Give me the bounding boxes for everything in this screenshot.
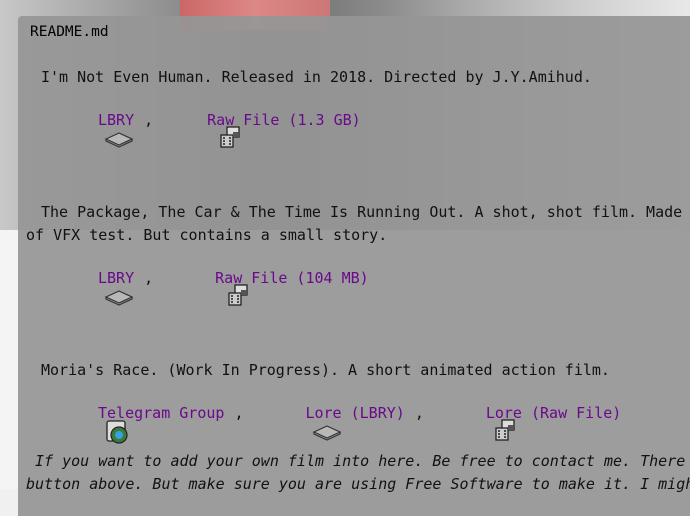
entry-1-raw-file-link[interactable]: Raw File (1.3 GB) (207, 111, 361, 129)
link-separator: , (414, 404, 424, 422)
entry-2-links: LBRY , Raw File (104 MB) (50, 266, 369, 306)
film-icon (171, 266, 248, 306)
entry-2-lbry-link[interactable]: LBRY (98, 269, 134, 287)
entry-3-telegram-link[interactable]: Telegram Group (98, 404, 224, 422)
entry-3-description: Moria's Race. (Work In Progress). A shor… (41, 361, 610, 379)
entry-1-description: I'm Not Even Human. Released in 2018. Di… (41, 68, 592, 86)
footer-line-2: button above. But make sure you are usin… (26, 475, 690, 493)
entry-2-raw-file-link[interactable]: Raw File (104 MB) (215, 269, 369, 287)
link-separator: , (144, 111, 154, 129)
entry-1-lbry-link[interactable]: LBRY (98, 111, 134, 129)
entry-3-lore-raw-file-link[interactable]: Lore (Raw File) (486, 404, 621, 422)
stack-icon (50, 266, 134, 306)
stack-icon (50, 108, 134, 148)
readme-title: README.md (30, 24, 109, 40)
film-icon (163, 108, 240, 148)
footer-line-1: If you want to add your own film into he… (26, 452, 686, 470)
entry-2-description-line2: of VFX test. But contains a small story. (26, 226, 388, 244)
entry-2-description-line1: The Package, The Car & The Time Is Runni… (41, 203, 683, 221)
link-separator: , (144, 269, 154, 287)
entry-3-lore-lbry-link[interactable]: Lore (LBRY) (305, 404, 404, 422)
entry-3-links: Telegram Group , Lore (LBRY) , Lore (Raw… (50, 401, 621, 444)
link-separator: , (234, 404, 244, 422)
entry-1-links: LBRY , Raw File (1.3 GB) (50, 108, 361, 148)
film-icon (438, 401, 515, 441)
readme-panel: README.md I'm Not Even Human. Released i… (18, 16, 690, 516)
telegram-icon (50, 401, 128, 444)
stack-icon (257, 401, 342, 441)
